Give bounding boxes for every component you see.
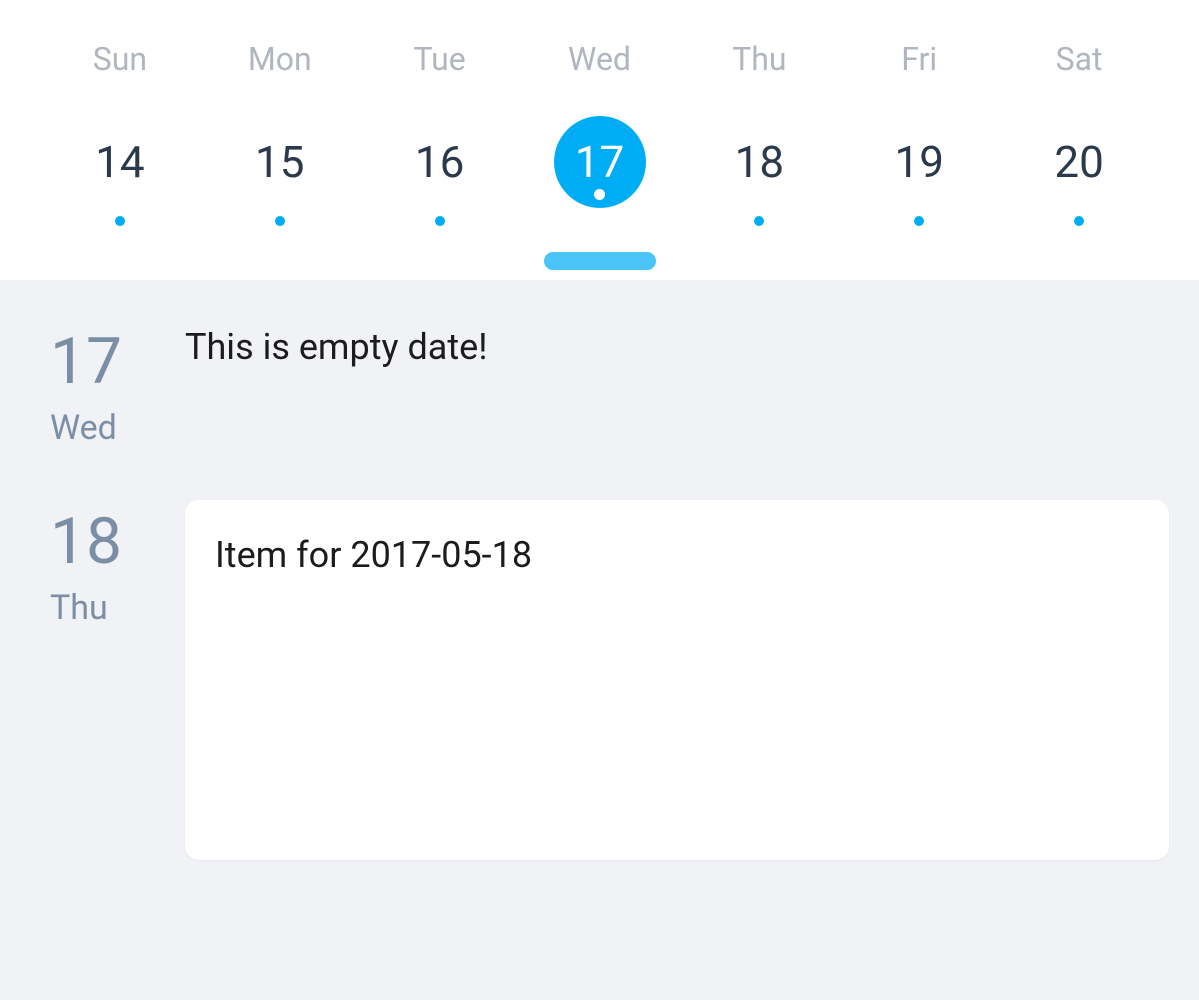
day-fri[interactable]: Fri 19: [839, 40, 999, 208]
day-num-wrap: 15: [234, 116, 326, 208]
day-wed-selected[interactable]: Wed 17: [520, 40, 680, 208]
calendar-knob-row: [0, 208, 1199, 280]
day-number: 15: [255, 136, 304, 188]
calendar-expand-knob[interactable]: [544, 252, 656, 270]
day-number: 14: [95, 136, 144, 188]
day-num-wrap: 16: [394, 116, 486, 208]
event-dot-icon: [594, 189, 605, 200]
agenda-date-header: 18 Thu: [50, 500, 185, 628]
day-num-wrap: 14: [74, 116, 166, 208]
agenda-row-18: 18 Thu Item for 2017-05-18: [0, 448, 1199, 860]
agenda-date-number: 17: [50, 330, 122, 394]
day-number: 20: [1054, 136, 1103, 188]
agenda-content: Item for 2017-05-18: [185, 500, 1169, 860]
day-sun[interactable]: Sun 14: [40, 40, 200, 208]
event-dot-icon: [435, 216, 445, 226]
day-name-label: Tue: [414, 40, 466, 78]
day-name-label: Mon: [248, 40, 312, 78]
day-num-wrap: 17: [554, 116, 646, 208]
day-name-label: Wed: [568, 40, 631, 78]
day-name-label: Sun: [93, 40, 147, 78]
day-number: 18: [735, 136, 784, 188]
day-name-label: Fri: [901, 40, 937, 78]
day-thu[interactable]: Thu 18: [679, 40, 839, 208]
day-tue[interactable]: Tue 16: [360, 40, 520, 208]
day-num-wrap: 18: [713, 116, 805, 208]
agenda-item-title: Item for 2017-05-18: [215, 534, 1139, 576]
agenda-item-card[interactable]: Item for 2017-05-18: [185, 500, 1169, 860]
agenda-date-number: 18: [50, 510, 122, 574]
day-name-label: Sat: [1056, 40, 1103, 78]
empty-date-message: This is empty date!: [185, 320, 1169, 368]
day-number: 19: [894, 136, 943, 188]
agenda-row-17: 17 Wed This is empty date!: [0, 280, 1199, 448]
agenda-date-header: 17 Wed: [50, 320, 185, 448]
event-dot-icon: [275, 216, 285, 226]
agenda-list[interactable]: 17 Wed This is empty date! 18 Thu Item f…: [0, 280, 1199, 860]
agenda-date-weekday: Thu: [50, 588, 108, 628]
day-mon[interactable]: Mon 15: [200, 40, 360, 208]
day-number: 16: [415, 136, 464, 188]
calendar-week-strip: Sun 14 Mon 15 Tue 16 Wed 17: [0, 0, 1199, 280]
agenda-content: This is empty date!: [185, 320, 1169, 368]
week-row: Sun 14 Mon 15 Tue 16 Wed 17: [0, 40, 1199, 208]
day-number: 17: [575, 136, 624, 188]
event-dot-icon: [115, 216, 125, 226]
day-sat[interactable]: Sat 20: [999, 40, 1159, 208]
day-num-wrap: 19: [873, 116, 965, 208]
day-name-label: Thu: [732, 40, 786, 78]
day-num-wrap: 20: [1033, 116, 1125, 208]
agenda-date-weekday: Wed: [50, 408, 117, 448]
